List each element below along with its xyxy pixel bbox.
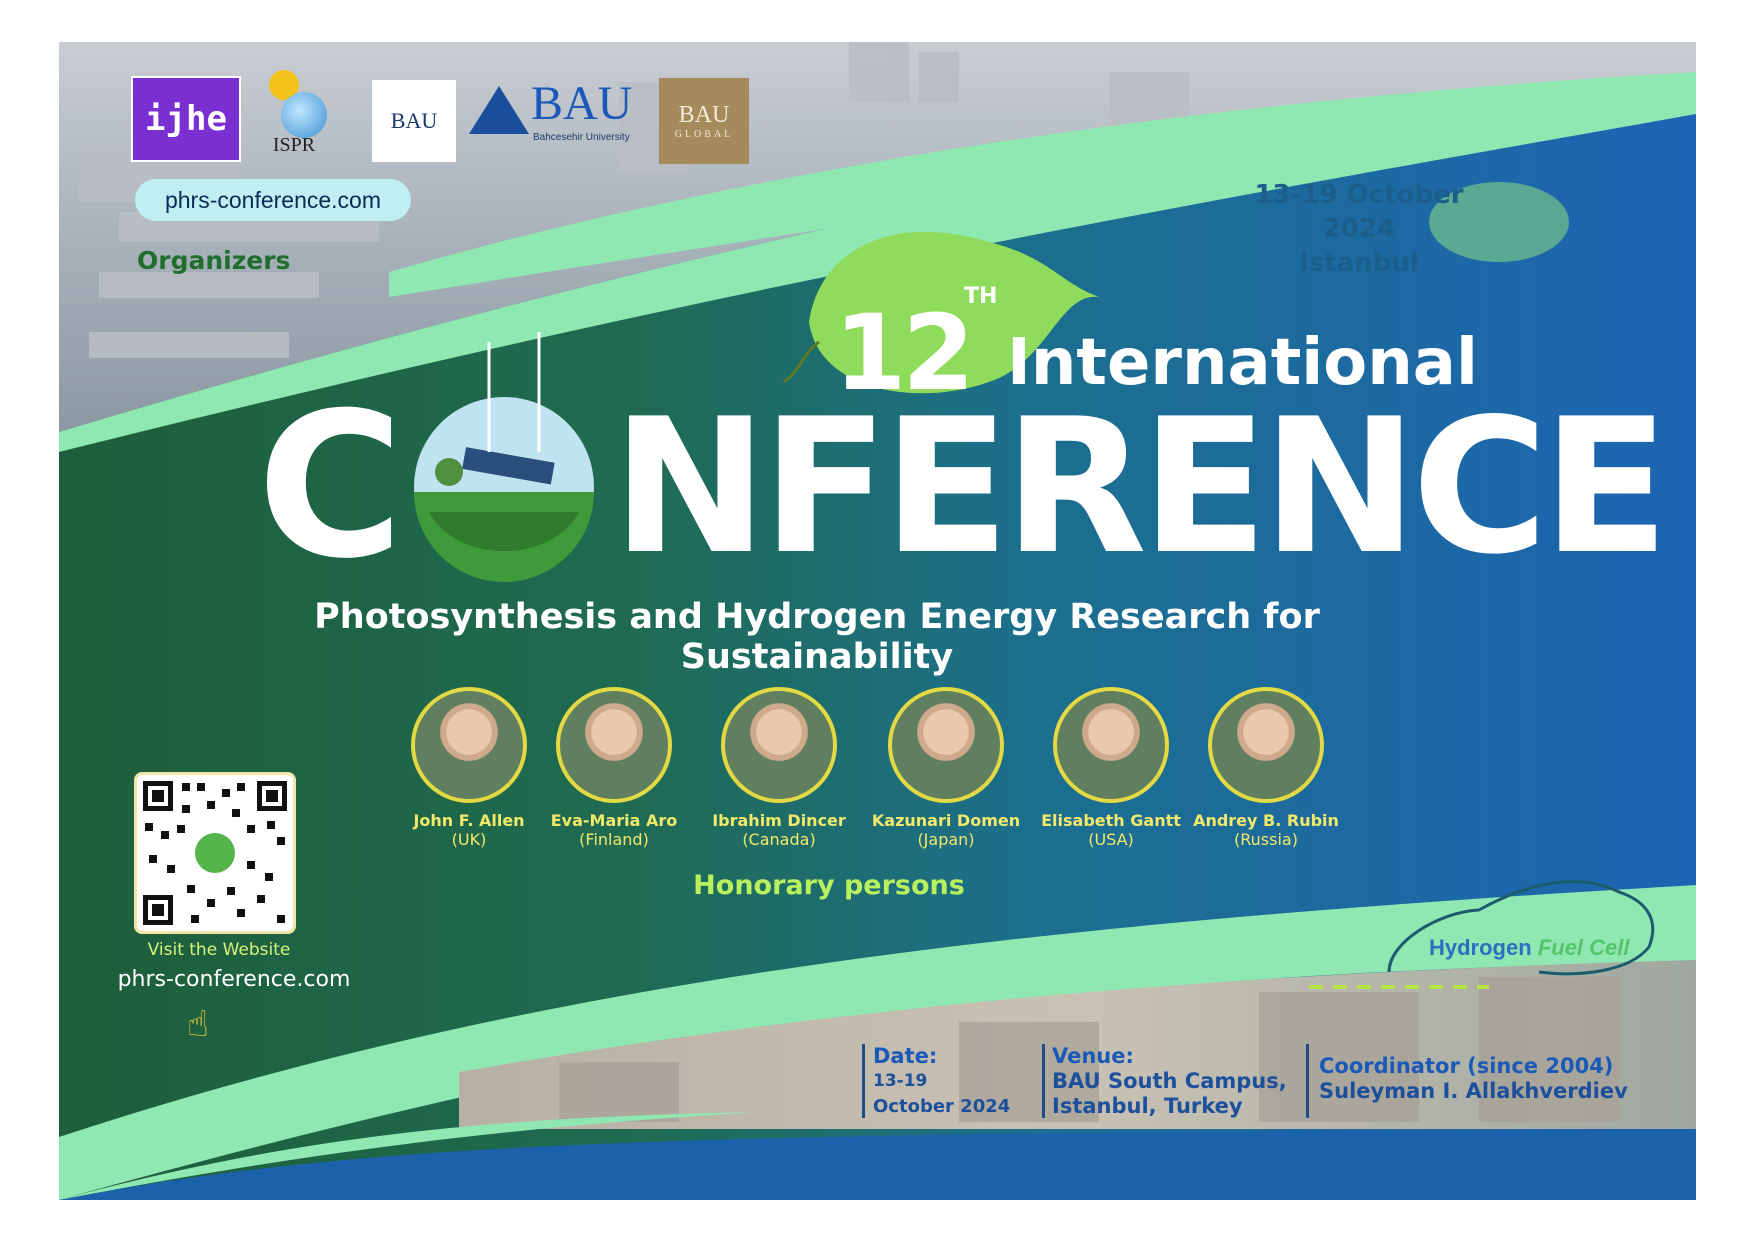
honorary-heading: Honorary persons xyxy=(693,870,965,901)
bau-global-logo: BAU GLOBAL xyxy=(659,78,749,164)
hydrogen-fuel-cell-label: Hydrogen Fuel Cell xyxy=(1429,935,1630,961)
footer-venue-line1: BAU South Campus, xyxy=(1052,1069,1287,1093)
hydrogen-word: Hydrogen xyxy=(1429,935,1532,960)
honorary-persons-list: John F. Allen (UK) Eva-Maria Aro (Finlan… xyxy=(389,687,1339,849)
footer-date-line2: October 2024 xyxy=(873,1096,1011,1117)
footer-venue: Venue: BAU South Campus, Istanbul, Turke… xyxy=(1052,1044,1287,1119)
person-country: (Russia) xyxy=(1234,830,1298,849)
person-card: Ibrahim Dincer (Canada) xyxy=(699,687,859,849)
person-name: Ibrahim Dincer xyxy=(712,811,846,830)
footer-divider xyxy=(862,1044,865,1118)
event-date-top: 13-19 October 2024 Istanbul xyxy=(1209,178,1509,280)
visit-website-label: Visit the Website xyxy=(147,940,291,960)
footer-coordinator-label: Coordinator (since 2004) xyxy=(1319,1054,1614,1078)
footer-venue-line2: Istanbul, Turkey xyxy=(1052,1094,1243,1118)
globe-icon xyxy=(281,92,327,138)
bau-logo-small: BAU xyxy=(372,80,456,162)
person-country: (Canada) xyxy=(742,830,816,849)
footer-date-label: Date: xyxy=(873,1044,938,1068)
conference-poster: ijhe ISPR BAU BAU Bahcesehir University … xyxy=(59,42,1696,1200)
person-country: (USA) xyxy=(1088,830,1134,849)
footer-coordinator: Coordinator (since 2004) Suleyman I. All… xyxy=(1319,1054,1628,1104)
conference-subtitle: Photosynthesis and Hydrogen Energy Resea… xyxy=(314,597,1320,677)
person-country: (Japan) xyxy=(917,830,975,849)
person-name: Elisabeth Gantt xyxy=(1041,811,1181,830)
person-card: Andrey B. Rubin (Russia) xyxy=(1186,687,1346,849)
title-conference-rest: NFERENCE xyxy=(612,378,1669,595)
person-card: Elisabeth Gantt (USA) xyxy=(1031,687,1191,849)
ijhe-logo-text: ijhe xyxy=(145,99,227,139)
website-pill-link[interactable]: phrs-conference.com xyxy=(135,179,411,221)
event-city: Istanbul xyxy=(1299,248,1419,278)
avatar xyxy=(411,687,527,803)
organizers-heading: Organizers xyxy=(137,246,291,275)
bau-label: BAU xyxy=(390,108,438,133)
bau-global-caption: GLOBAL xyxy=(674,129,734,140)
person-card: John F. Allen (UK) xyxy=(389,687,549,849)
energy-globe-icon xyxy=(414,332,594,582)
edition-suffix: TH xyxy=(964,284,998,309)
ispr-logo: ISPR xyxy=(249,70,339,160)
blue-band-bottom xyxy=(59,1129,1696,1200)
avatar xyxy=(721,687,837,803)
avatar xyxy=(1208,687,1324,803)
footer-date-line1: 13-19 xyxy=(873,1071,928,1091)
person-name: Andrey B. Rubin xyxy=(1193,811,1339,830)
person-name: John F. Allen xyxy=(413,811,525,830)
bau-university-logo: BAU Bahcesehir University xyxy=(469,77,649,160)
footer-coordinator-name: Suleyman I. Allakhverdiev xyxy=(1319,1079,1628,1103)
ijhe-logo: ijhe xyxy=(131,76,241,162)
hand-pointer-icon: ☝ xyxy=(187,1004,209,1045)
ispr-label: ISPR xyxy=(272,134,316,156)
website-link[interactable]: phrs-conference.com xyxy=(99,967,369,992)
person-card: Eva-Maria Aro (Finland) xyxy=(534,687,694,849)
bau-big-label: BAU xyxy=(531,77,633,130)
person-name: Eva-Maria Aro xyxy=(550,811,678,830)
footer-date: Date: 13-19 October 2024 xyxy=(873,1044,1010,1119)
bau-global-label: BAU xyxy=(678,102,730,128)
avatar xyxy=(1053,687,1169,803)
avatar xyxy=(888,687,1004,803)
event-date-line2: 2024 xyxy=(1322,214,1396,244)
footer-divider xyxy=(1306,1044,1309,1118)
event-date-line1: 13-19 October xyxy=(1254,180,1464,210)
avatar xyxy=(556,687,672,803)
person-country: (UK) xyxy=(451,830,487,849)
person-card: Kazunari Domen (Japan) xyxy=(866,687,1026,849)
person-country: (Finland) xyxy=(579,830,649,849)
person-name: Kazunari Domen xyxy=(871,811,1021,830)
qr-code-icon xyxy=(143,781,287,925)
footer-divider xyxy=(1042,1044,1045,1118)
qr-code[interactable] xyxy=(134,772,296,934)
title-conference-c: C xyxy=(257,370,404,603)
bau-university-caption: Bahcesehir University xyxy=(533,132,630,143)
footer-venue-label: Venue: xyxy=(1052,1044,1134,1068)
fuel-cell-word: Fuel Cell xyxy=(1537,935,1630,960)
bau-triangle-icon xyxy=(469,86,529,134)
